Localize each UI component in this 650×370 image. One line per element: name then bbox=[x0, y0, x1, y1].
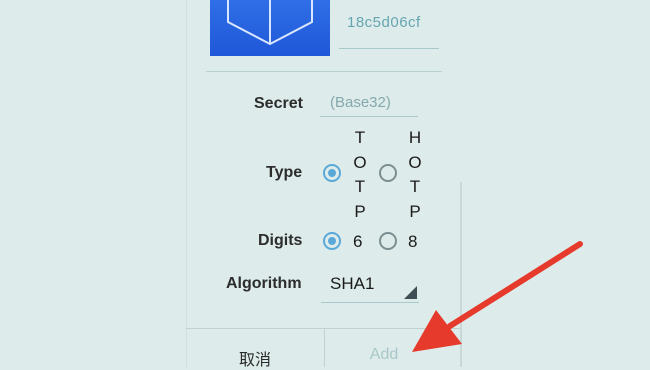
dialog-left-edge bbox=[186, 0, 187, 367]
algorithm-label: Algorithm bbox=[226, 275, 302, 292]
algorithm-select[interactable]: SHA1 bbox=[330, 274, 374, 294]
type-totp-label[interactable]: T O T P bbox=[353, 126, 367, 224]
token-image[interactable] bbox=[210, 0, 330, 56]
separator bbox=[206, 71, 442, 72]
secret-label: Secret bbox=[254, 95, 303, 112]
algorithm-select-underline bbox=[321, 302, 419, 303]
dropdown-arrow-icon[interactable] bbox=[404, 286, 417, 299]
digits-8-label[interactable]: 8 bbox=[408, 232, 417, 252]
token-id-value: 18c5d06cf bbox=[347, 14, 421, 31]
add-button[interactable]: Add bbox=[325, 346, 443, 364]
type-hotp-label[interactable]: H O T P bbox=[408, 126, 422, 224]
type-totp-radio[interactable] bbox=[323, 164, 341, 182]
button-bar-divider bbox=[186, 328, 460, 329]
digits-8-radio[interactable] bbox=[379, 232, 397, 250]
digits-6-radio[interactable] bbox=[323, 232, 341, 250]
cancel-button[interactable]: 取消 bbox=[186, 346, 324, 370]
type-label: Type bbox=[266, 164, 303, 181]
dialog-scrollbar[interactable] bbox=[460, 182, 462, 367]
secret-placeholder: (Base32) bbox=[330, 94, 391, 111]
digits-6-label[interactable]: 6 bbox=[353, 232, 362, 252]
cube-icon bbox=[227, 0, 313, 46]
digits-label: Digits bbox=[258, 232, 303, 249]
type-hotp-radio[interactable] bbox=[379, 164, 397, 182]
